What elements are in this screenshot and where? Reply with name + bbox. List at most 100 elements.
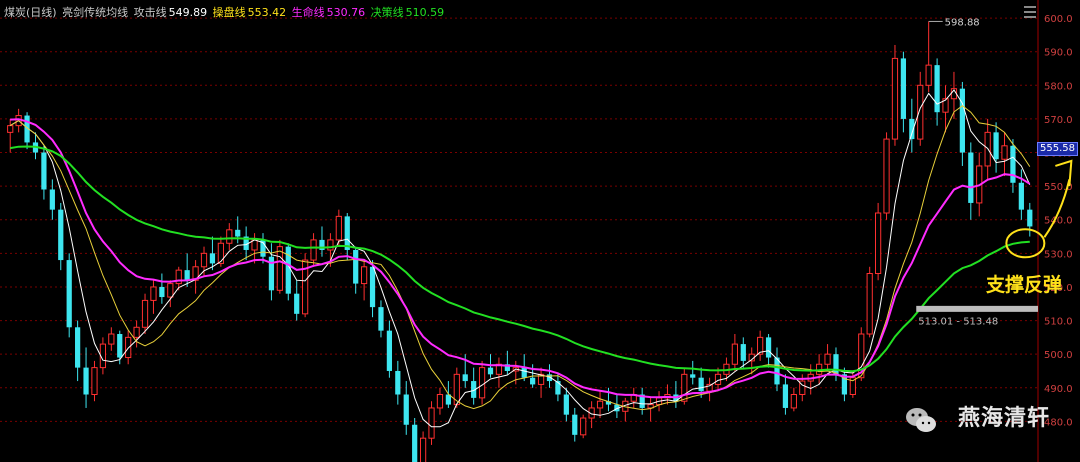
indicator-value: 510.59 <box>405 6 445 19</box>
indicator-value: 530.76 <box>326 6 369 19</box>
indicator-value: 549.89 <box>168 6 211 19</box>
candle-body <box>327 239 334 251</box>
rebound-annotation: 支撑反弹 <box>986 274 1063 296</box>
y-tick-label: 590.0 <box>1044 48 1073 59</box>
candle-body <box>403 394 409 425</box>
candle-body <box>875 212 882 275</box>
candle-body <box>412 424 418 462</box>
candle-body <box>1018 182 1024 210</box>
candle-body <box>7 125 14 133</box>
candle-body <box>731 343 738 365</box>
candle-body <box>782 384 789 408</box>
candle-body <box>478 367 486 399</box>
candle-body <box>968 152 974 203</box>
current-price-box: 555.58 <box>1037 142 1078 156</box>
candle-body <box>75 327 81 368</box>
candle-body <box>959 88 965 153</box>
candle-body <box>572 414 578 435</box>
candle-body <box>1001 145 1008 160</box>
candle-body <box>133 326 140 338</box>
candle-body <box>934 65 940 113</box>
candle-body <box>378 307 384 331</box>
candle-body <box>66 260 72 328</box>
high-label: 598.88 <box>945 17 980 28</box>
candle-body <box>714 373 722 385</box>
candle-body <box>83 367 89 395</box>
candle-body <box>159 286 165 298</box>
candle-body <box>891 57 899 140</box>
candlestick-chart[interactable]: 480.0490.0500.0510.0520.0530.0540.0550.0… <box>0 0 1080 462</box>
candle-body <box>117 334 123 358</box>
candle-body <box>108 333 115 345</box>
candle-body <box>580 417 587 436</box>
candle-body <box>993 132 999 160</box>
indicator-value: 553.42 <box>247 6 290 19</box>
y-axis: 480.0490.0500.0510.0520.0530.0540.0550.0… <box>1044 14 1073 428</box>
candles <box>7 21 1033 462</box>
candle-body <box>900 58 907 119</box>
wechat-icon <box>906 408 936 432</box>
y-tick-label: 600.0 <box>1044 14 1073 25</box>
candle-body <box>790 394 797 409</box>
candle-body <box>866 273 873 335</box>
annotations-layer: 598.88463.50513.01 - 513.48 <box>916 17 1073 327</box>
candle-body <box>765 337 772 358</box>
grid-lines <box>0 0 1039 462</box>
candle-body <box>361 266 368 285</box>
candle-body <box>226 229 233 244</box>
candle-body <box>41 152 47 190</box>
candle-body <box>369 266 376 308</box>
candle-body <box>487 367 494 375</box>
candle-body <box>276 246 283 291</box>
candle-body <box>462 374 468 382</box>
candle-body <box>681 373 688 402</box>
indicator-name: 操盘线 <box>212 6 246 19</box>
y-tick-label: 510.0 <box>1044 317 1073 328</box>
candle-body <box>883 138 890 214</box>
candle-body <box>91 367 98 396</box>
candle-body <box>740 344 746 361</box>
indicator-name: 决策线 <box>370 6 404 19</box>
candle-body <box>150 286 157 301</box>
candle-body <box>353 249 359 284</box>
candle-body <box>563 394 569 415</box>
candle-body <box>235 229 241 237</box>
candle-body <box>200 252 208 268</box>
symbol-label: 煤炭(日线) <box>4 6 57 19</box>
candle-body <box>310 239 317 261</box>
gap-zone-label: 513.01 - 513.48 <box>918 316 998 327</box>
candle-body <box>833 354 839 375</box>
chart-header: 煤炭(日线) 亮剑传统均线 攻击线 549.89 操盘线 553.42 生命线 530… <box>4 4 448 20</box>
candle-body <box>209 253 216 264</box>
candle-body <box>436 394 444 409</box>
y-tick-label: 490.0 <box>1044 384 1073 395</box>
candle-body <box>335 215 342 241</box>
candle-body <box>294 293 300 314</box>
y-tick-label: 570.0 <box>1044 115 1073 126</box>
gap-zone-bar <box>916 305 1038 312</box>
candle-body <box>419 437 427 462</box>
candle-body <box>690 374 696 378</box>
candle-body <box>58 209 64 261</box>
candle-body <box>141 299 149 328</box>
menu-icon[interactable] <box>1024 6 1036 18</box>
candle-body <box>386 330 393 371</box>
candle-body <box>344 216 350 250</box>
candle-body <box>184 270 190 281</box>
y-tick-label: 500.0 <box>1044 350 1073 361</box>
indicator-values: 攻击线 549.89 操盘线 553.42 生命线 530.76 决策线 510.59 <box>134 6 447 19</box>
candle-body <box>698 377 704 392</box>
y-tick-label: 530.0 <box>1044 249 1073 260</box>
candle-body <box>49 189 55 210</box>
candle-body <box>395 370 401 395</box>
indicator-name: 攻击线 <box>133 6 167 19</box>
y-tick-label: 540.0 <box>1044 216 1073 227</box>
candle-body <box>428 407 435 439</box>
candle-body <box>1027 209 1033 227</box>
y-tick-label: 580.0 <box>1044 81 1073 92</box>
candle-body <box>167 283 174 298</box>
candle-body <box>217 242 224 264</box>
candle-body <box>530 377 536 385</box>
candle-body <box>824 353 831 365</box>
indicator-name: 生命线 <box>291 6 325 19</box>
